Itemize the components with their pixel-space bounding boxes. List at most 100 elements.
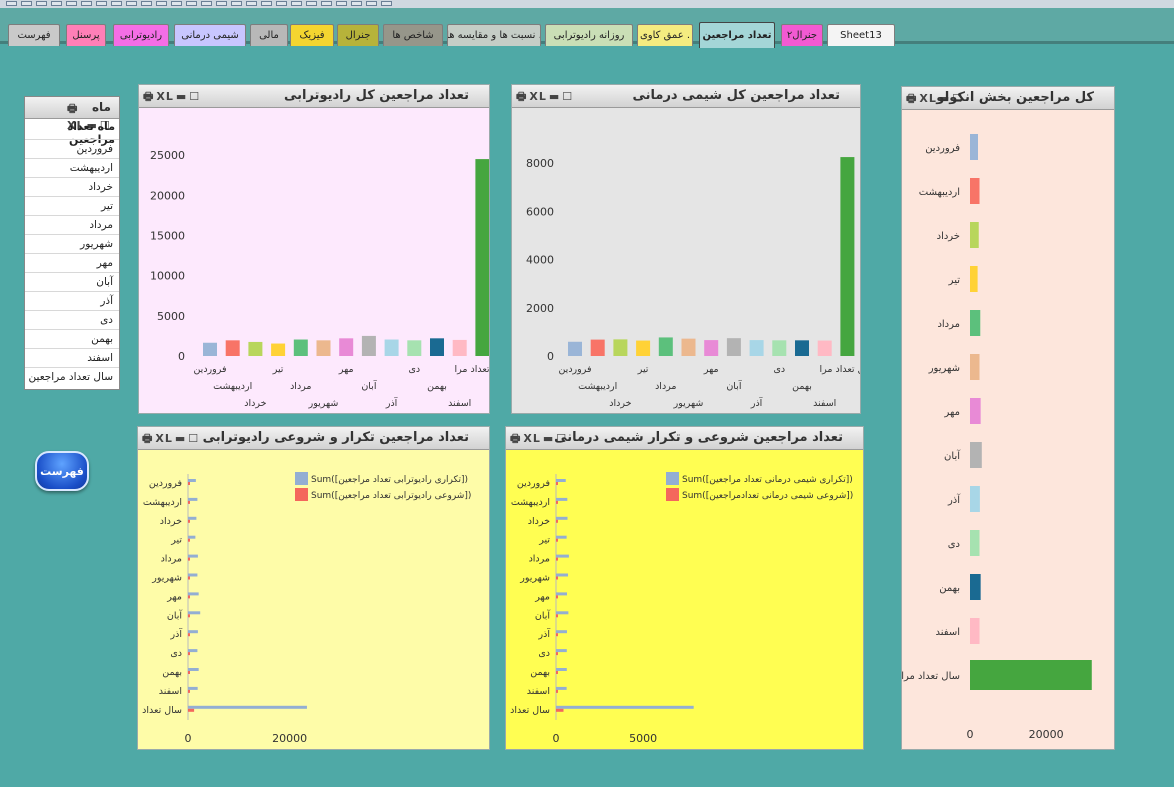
xl-export-icon[interactable]: XL	[155, 432, 173, 445]
x-tick-label: تیر	[637, 364, 649, 375]
listbox-item[interactable]: مهر	[25, 253, 119, 272]
sheet-tab[interactable]: فهرست	[8, 24, 60, 46]
sheet-tab[interactable]: جنرال	[337, 24, 379, 46]
toolbar-button[interactable]	[6, 1, 17, 6]
toolbar-button[interactable]	[276, 1, 287, 6]
bar	[556, 686, 567, 690]
sheet-tab[interactable]: مالی	[250, 24, 288, 46]
toolbar-button[interactable]	[36, 1, 47, 6]
listbox-item[interactable]: شهریور	[25, 234, 119, 253]
bar	[556, 592, 567, 596]
listbox-item[interactable]: آذر	[25, 291, 119, 310]
print-icon[interactable]: 🖶	[67, 102, 78, 115]
legend-swatch	[666, 488, 679, 501]
sheet-tab[interactable]: شیمی درمانی	[174, 24, 246, 46]
month-listbox[interactable]: ماه 🖶XL ▬ ☐ ماه تعداد مراجعین فروردین اردیب…	[24, 96, 120, 390]
listbox-item[interactable]: مرداد	[25, 215, 119, 234]
toolbar-button[interactable]	[111, 1, 122, 6]
x-tick-label: آبان	[726, 379, 742, 392]
toolbar-button[interactable]	[186, 1, 197, 6]
bar	[188, 630, 198, 634]
toolbar-button[interactable]	[126, 1, 137, 6]
listbox-item[interactable]: اردیبهشت	[25, 158, 119, 177]
toolbar-button[interactable]	[201, 1, 212, 6]
sheet-tab[interactable]: نسبت ها و مقایسه ها .	[447, 24, 541, 46]
y-tick-label: سال تعداد	[510, 705, 550, 716]
toolbar-button[interactable]	[366, 1, 377, 6]
sheet-tab[interactable]: عمق کاوی .	[637, 24, 693, 46]
x-tick-label: سال تعداد مرا	[819, 364, 860, 375]
toolbar-button[interactable]	[96, 1, 107, 6]
xl-export-icon[interactable]: XL	[919, 92, 937, 105]
maximize-icon[interactable]: ☐	[562, 90, 573, 103]
toolbar-button[interactable]	[261, 1, 272, 6]
minimize-icon[interactable]: ▬	[549, 90, 560, 103]
toolbar-button[interactable]	[66, 1, 77, 6]
listbox-item[interactable]: سال تعداد مراجعین	[25, 367, 119, 386]
sheet-tab[interactable]: شاخص ها	[383, 24, 443, 46]
minimize-icon[interactable]: ▬	[543, 432, 554, 445]
x-tick-label: آذر	[750, 396, 763, 409]
toolbar-button[interactable]	[336, 1, 347, 6]
listbox-item[interactable]: اسفند	[25, 348, 119, 367]
bar	[452, 339, 467, 356]
sheet-tab[interactable]: فیزیک	[290, 24, 334, 46]
minimize-icon[interactable]: ▬	[175, 432, 186, 445]
home-button[interactable]: فهرست	[35, 451, 89, 491]
x-tick-label: دی	[773, 364, 785, 375]
print-icon[interactable]: 🖶	[906, 92, 917, 105]
listbox-item[interactable]: بهمن	[25, 329, 119, 348]
x-tick-label: خرداد	[609, 398, 631, 409]
print-icon[interactable]: 🖶	[510, 432, 521, 445]
xl-export-icon[interactable]: XL	[156, 90, 174, 103]
sheet-tab[interactable]: جنرال۲	[781, 24, 823, 46]
toolbar-button[interactable]	[246, 1, 257, 6]
bar	[248, 341, 263, 356]
toolbar-button[interactable]	[351, 1, 362, 6]
bar	[271, 343, 286, 356]
listbox-item[interactable]: تیر	[25, 196, 119, 215]
toolbar-button[interactable]	[21, 1, 32, 6]
y-tick-label: 0	[547, 350, 554, 363]
toolbar-button[interactable]	[231, 1, 242, 6]
sheet-tab[interactable]: تعداد مراجعین	[699, 22, 775, 48]
bar	[188, 573, 198, 577]
xl-export-icon[interactable]: XL	[529, 90, 547, 103]
bar	[556, 652, 558, 656]
y-tick-label: تیر	[948, 275, 961, 286]
print-icon[interactable]: 🖶	[516, 90, 527, 103]
toolbar-button[interactable]	[141, 1, 152, 6]
x-tick-label: خرداد	[244, 398, 266, 409]
toolbar-button[interactable]	[321, 1, 332, 6]
sheet-tab[interactable]: رادیوترابی	[113, 24, 169, 46]
bar	[407, 340, 422, 356]
toolbar-button[interactable]	[291, 1, 302, 6]
chart-controls: 🖶 XL ▬ ☐	[142, 430, 201, 449]
toolbar-button[interactable]	[216, 1, 227, 6]
print-icon[interactable]: 🖶	[142, 432, 153, 445]
toolbar-button[interactable]	[81, 1, 92, 6]
sheet-tab[interactable]: پرسنل	[66, 24, 106, 46]
listbox-item[interactable]: خرداد	[25, 177, 119, 196]
xl-export-icon[interactable]: XL	[523, 432, 541, 445]
toolbar-button[interactable]	[171, 1, 182, 6]
sheet-tab[interactable]: روزانه رادیوترابی	[545, 24, 633, 46]
bar	[970, 618, 980, 644]
toolbar-button[interactable]	[51, 1, 62, 6]
print-icon[interactable]: 🖶	[143, 90, 154, 103]
x-tick-label: تیر	[272, 364, 284, 375]
toolbar-button[interactable]	[156, 1, 167, 6]
maximize-icon[interactable]: ☐	[188, 432, 199, 445]
sheet-tab[interactable]: Sheet13	[827, 24, 895, 46]
toolbar-button[interactable]	[306, 1, 317, 6]
toolbar-button[interactable]	[381, 1, 392, 6]
listbox-item[interactable]: فروردین	[25, 139, 119, 158]
maximize-icon[interactable]: ☐	[189, 90, 200, 103]
bar	[568, 341, 582, 356]
y-tick-label: آذر	[170, 627, 183, 640]
minimize-icon[interactable]: ▬	[176, 90, 187, 103]
listbox-item[interactable]: آبان	[25, 272, 119, 291]
y-tick-label: شهریور	[151, 573, 182, 584]
bar	[556, 630, 567, 634]
listbox-item[interactable]: دی	[25, 310, 119, 329]
